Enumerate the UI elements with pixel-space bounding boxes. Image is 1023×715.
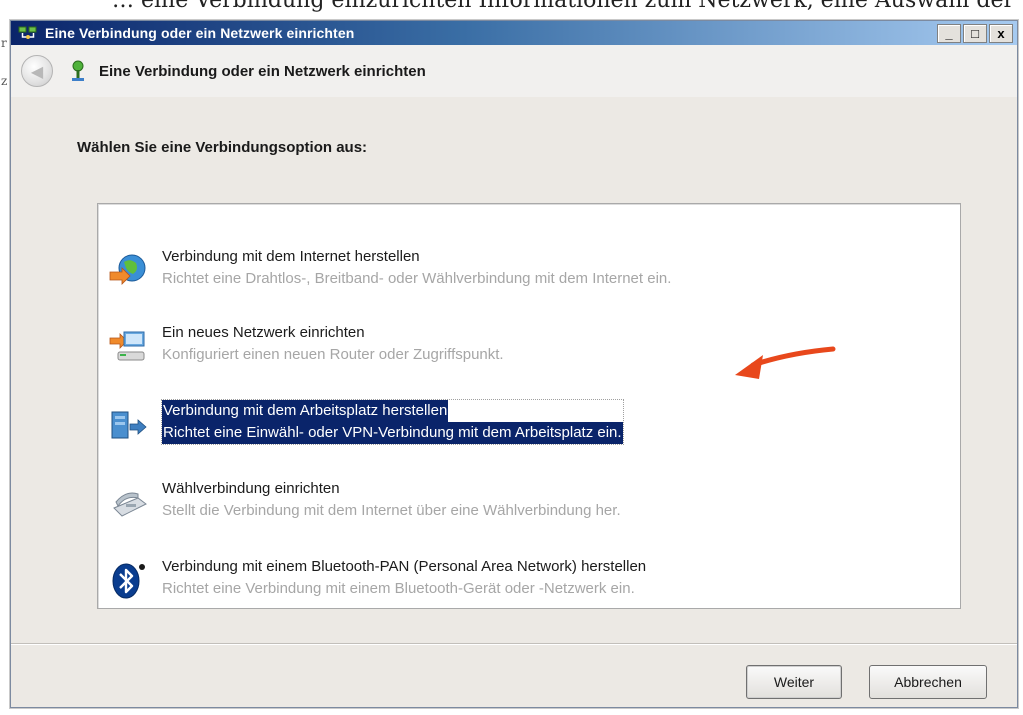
option-workplace[interactable]: Verbindung mit dem Arbeitsplatz herstell… xyxy=(104,396,944,452)
option-description: Richtet eine Drahtlos-, Breitband- oder … xyxy=(162,270,672,287)
maximize-button[interactable]: □ xyxy=(963,24,987,43)
option-dialup[interactable]: Wählverbindung einrichten Stellt die Ver… xyxy=(104,474,944,530)
option-internet[interactable]: Verbindung mit dem Internet herstellen R… xyxy=(104,242,944,298)
minimize-button[interactable]: _ xyxy=(937,24,961,43)
title-bar[interactable]: Eine Verbindung oder ein Netzwerk einric… xyxy=(11,21,1017,45)
dialog-title: Eine Verbindung oder ein Netzwerk einric… xyxy=(45,25,355,41)
next-button[interactable]: Weiter xyxy=(746,665,842,699)
header-title: Eine Verbindung oder ein Netzwerk einric… xyxy=(99,62,426,80)
network-setup-icon xyxy=(17,24,39,42)
cancel-button[interactable]: Abbrechen xyxy=(869,665,987,699)
annotation-arrow-icon xyxy=(735,346,836,379)
background-edge-mark: z xyxy=(1,74,8,88)
globe-network-icon xyxy=(106,248,150,292)
option-bluetooth[interactable]: Verbindung mit einem Bluetooth-PAN (Pers… xyxy=(104,552,944,608)
dialup-modem-icon xyxy=(106,480,150,524)
background-edge-mark: r xyxy=(1,36,7,50)
workplace-vpn-icon xyxy=(106,402,150,446)
option-title: Verbindung mit dem Arbeitsplatz herstell… xyxy=(162,400,449,422)
option-title: Verbindung mit dem Internet herstellen xyxy=(162,248,420,265)
option-description: Stellt die Verbindung mit dem Internet ü… xyxy=(162,502,621,519)
footer-separator xyxy=(11,643,1017,645)
bluetooth-icon xyxy=(106,558,150,602)
instruction-label: Wählen Sie eine Verbindungsoption aus: xyxy=(77,139,368,156)
network-setup-dialog: Eine Verbindung oder ein Netzwerk einric… xyxy=(10,20,1018,708)
option-text: Verbindung mit dem Internet herstellen R… xyxy=(162,246,671,290)
option-title-row: Verbindung mit dem Arbeitsplatz herstell… xyxy=(162,400,623,422)
screenshot-page: … eine Verbindung einzurichten Informati… xyxy=(0,0,1023,715)
router-icon xyxy=(106,324,150,368)
option-description: Richtet eine Einwähl- oder VPN-Verbindun… xyxy=(162,422,623,444)
close-button[interactable]: x xyxy=(989,24,1013,43)
network-tree-icon xyxy=(67,60,89,82)
option-description-row: Richtet eine Einwähl- oder VPN-Verbindun… xyxy=(162,422,623,444)
option-text: Wählverbindung einrichten Stellt die Ver… xyxy=(162,478,621,522)
background-document-text: … eine Verbindung einzurichten Informati… xyxy=(112,0,1023,13)
window-controls: _ □ x xyxy=(937,24,1013,43)
option-title: Verbindung mit einem Bluetooth-PAN (Pers… xyxy=(162,558,647,575)
option-text: Verbindung mit dem Arbeitsplatz herstell… xyxy=(161,399,624,445)
option-title: Ein neues Netzwerk einrichten xyxy=(162,324,365,341)
option-description: Richtet eine Verbindung mit einem Blueto… xyxy=(162,580,635,597)
option-text: Ein neues Netzwerk einrichten Konfigurie… xyxy=(162,322,504,366)
option-description: Konfiguriert einen neuen Router oder Zug… xyxy=(162,346,504,363)
option-title: Wählverbindung einrichten xyxy=(162,480,340,497)
back-button[interactable]: ◀ xyxy=(21,55,53,87)
back-arrow-icon: ◀ xyxy=(30,61,44,81)
option-text: Verbindung mit einem Bluetooth-PAN (Pers… xyxy=(162,556,646,600)
dialog-header: ◀ Eine Verbindung oder ein Netzwerk einr… xyxy=(11,45,1017,97)
connection-options-list: Verbindung mit dem Internet herstellen R… xyxy=(97,203,961,609)
